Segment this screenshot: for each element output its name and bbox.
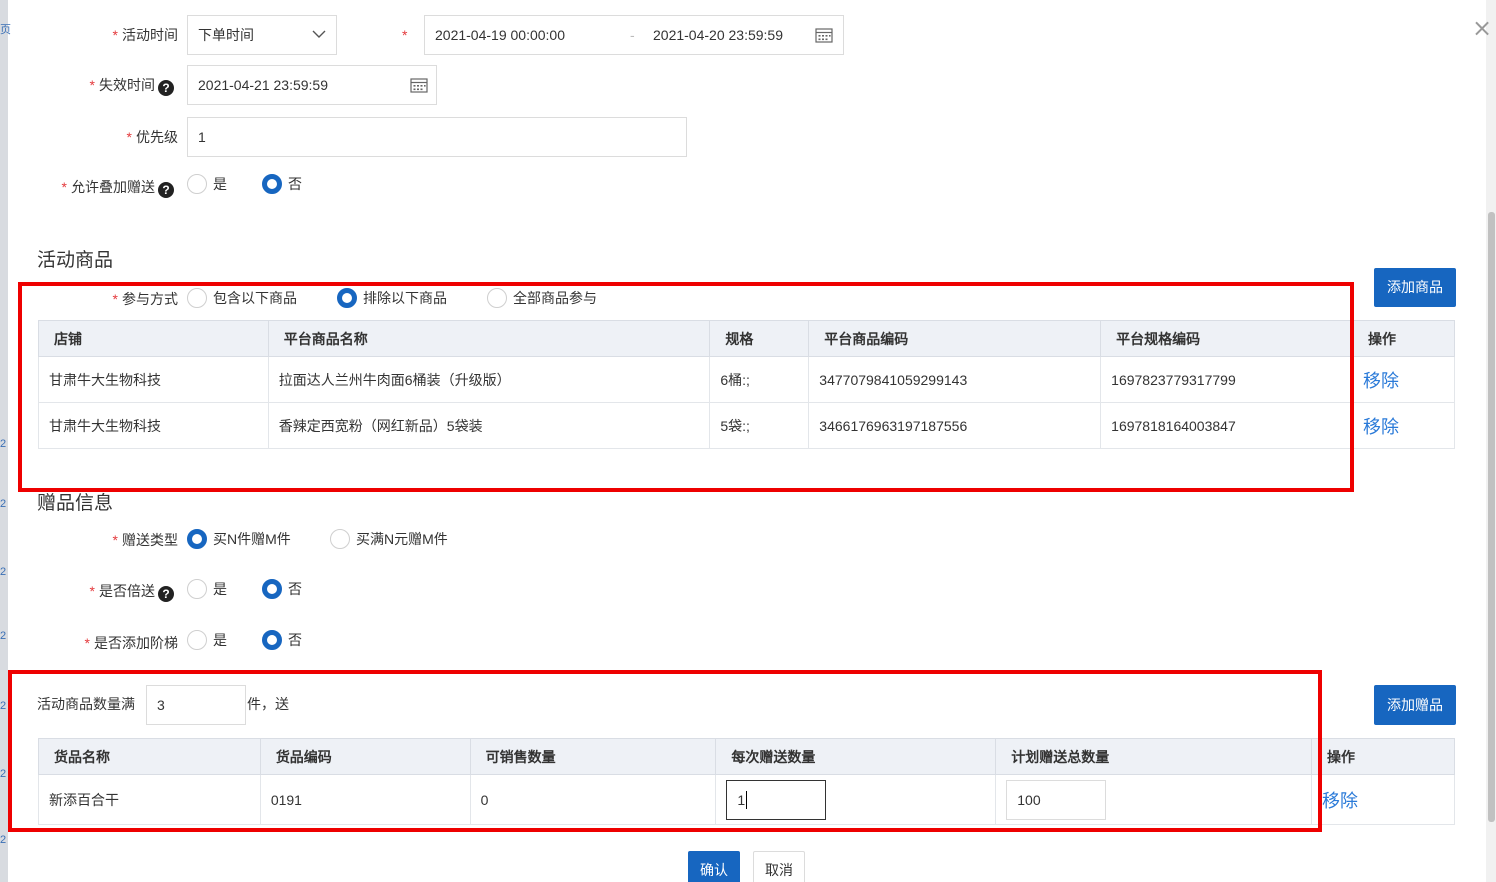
close-icon[interactable]: × bbox=[1470, 16, 1494, 40]
confirm-button[interactable]: 确认 bbox=[688, 851, 740, 882]
double-gift-yes-radio[interactable]: 是 bbox=[187, 579, 227, 599]
priority-input[interactable]: 1 bbox=[187, 117, 687, 157]
radio-selected-icon bbox=[187, 529, 207, 549]
double-gift-no-radio[interactable]: 否 bbox=[262, 579, 302, 599]
highlight-box-gift bbox=[8, 670, 1322, 832]
expire-time-label: * 失效时间? bbox=[40, 75, 174, 96]
help-icon[interactable]: ? bbox=[158, 182, 174, 198]
background-mark: 2 bbox=[0, 566, 7, 578]
gift-type-label: * 赠送类型 bbox=[112, 532, 178, 548]
table-cell: 移除 bbox=[1352, 356, 1455, 403]
calendar-icon[interactable] bbox=[410, 77, 428, 93]
radio-selected-icon bbox=[262, 630, 282, 650]
activity-time-type-value: 下单时间 bbox=[198, 27, 254, 43]
activity-time-label: * 活动时间 bbox=[112, 27, 178, 43]
date-range-end: 2021-04-20 23:59:59 bbox=[653, 27, 783, 43]
background-mark: 2 bbox=[0, 768, 7, 780]
allow-stack-yes-radio[interactable]: 是 bbox=[187, 174, 227, 194]
add-gift-button[interactable]: 添加赠品 bbox=[1374, 685, 1456, 725]
background-mark: 2 bbox=[0, 630, 7, 642]
allow-stack-no-radio[interactable]: 否 bbox=[262, 174, 302, 194]
radio-icon bbox=[187, 174, 207, 194]
priority-label: * 优先级 bbox=[126, 129, 178, 145]
radio-selected-icon bbox=[262, 174, 282, 194]
date-range-required-mark: * bbox=[402, 27, 408, 43]
help-icon[interactable]: ? bbox=[158, 80, 174, 96]
column-header: 操作 bbox=[1311, 738, 1455, 775]
background-mark: 2 bbox=[0, 834, 7, 846]
background-mark: 页 bbox=[0, 24, 11, 36]
date-range-separator: - bbox=[630, 27, 635, 43]
expire-time-input[interactable]: 2021-04-21 23:59:59 bbox=[187, 65, 437, 105]
gift-type-buy-n-get-m-radio[interactable]: 买N件赠M件 bbox=[187, 529, 291, 549]
add-tier-no-radio[interactable]: 否 bbox=[262, 630, 302, 650]
remove-link[interactable]: 移除 bbox=[1363, 371, 1399, 391]
radio-selected-icon bbox=[262, 579, 282, 599]
scrollbar-thumb[interactable] bbox=[1488, 212, 1495, 822]
background-mark: 2 bbox=[0, 700, 7, 712]
goods-section-title: 活动商品 bbox=[37, 250, 114, 271]
add-tier-label: * 是否添加阶梯 bbox=[84, 635, 178, 651]
add-goods-button[interactable]: 添加商品 bbox=[1374, 268, 1456, 307]
date-range-picker[interactable]: 2021-04-19 00:00:00 - 2021-04-20 23:59:5… bbox=[424, 15, 844, 55]
gift-section-title: 赠品信息 bbox=[37, 493, 114, 514]
help-icon[interactable]: ? bbox=[158, 586, 174, 602]
remove-link[interactable]: 移除 bbox=[1322, 791, 1358, 811]
background-page-strip: 页 2 2 2 2 2 2 2 bbox=[0, 0, 11, 882]
remove-link[interactable]: 移除 bbox=[1363, 417, 1399, 437]
radio-icon bbox=[187, 630, 207, 650]
chevron-down-icon bbox=[312, 30, 326, 38]
column-header: 操作 bbox=[1352, 320, 1455, 357]
date-range-start: 2021-04-19 00:00:00 bbox=[435, 27, 565, 43]
double-gift-label: * 是否倍送? bbox=[40, 581, 174, 602]
radio-icon bbox=[330, 529, 350, 549]
add-tier-yes-radio[interactable]: 是 bbox=[187, 630, 227, 650]
background-mark: 2 bbox=[0, 498, 7, 510]
activity-time-type-select[interactable]: 下单时间 bbox=[187, 15, 337, 55]
cancel-button[interactable]: 取消 bbox=[753, 851, 805, 882]
gift-type-spend-n-get-m-radio[interactable]: 买满N元赠M件 bbox=[330, 529, 448, 549]
table-cell: 移除 bbox=[1352, 402, 1455, 449]
table-cell: 移除 bbox=[1311, 774, 1455, 825]
background-mark: 2 bbox=[0, 438, 7, 450]
calendar-icon[interactable] bbox=[815, 27, 833, 43]
radio-icon bbox=[187, 579, 207, 599]
allow-stack-label: * 允许叠加赠送? bbox=[20, 177, 174, 198]
highlight-box-goods bbox=[18, 282, 1354, 492]
